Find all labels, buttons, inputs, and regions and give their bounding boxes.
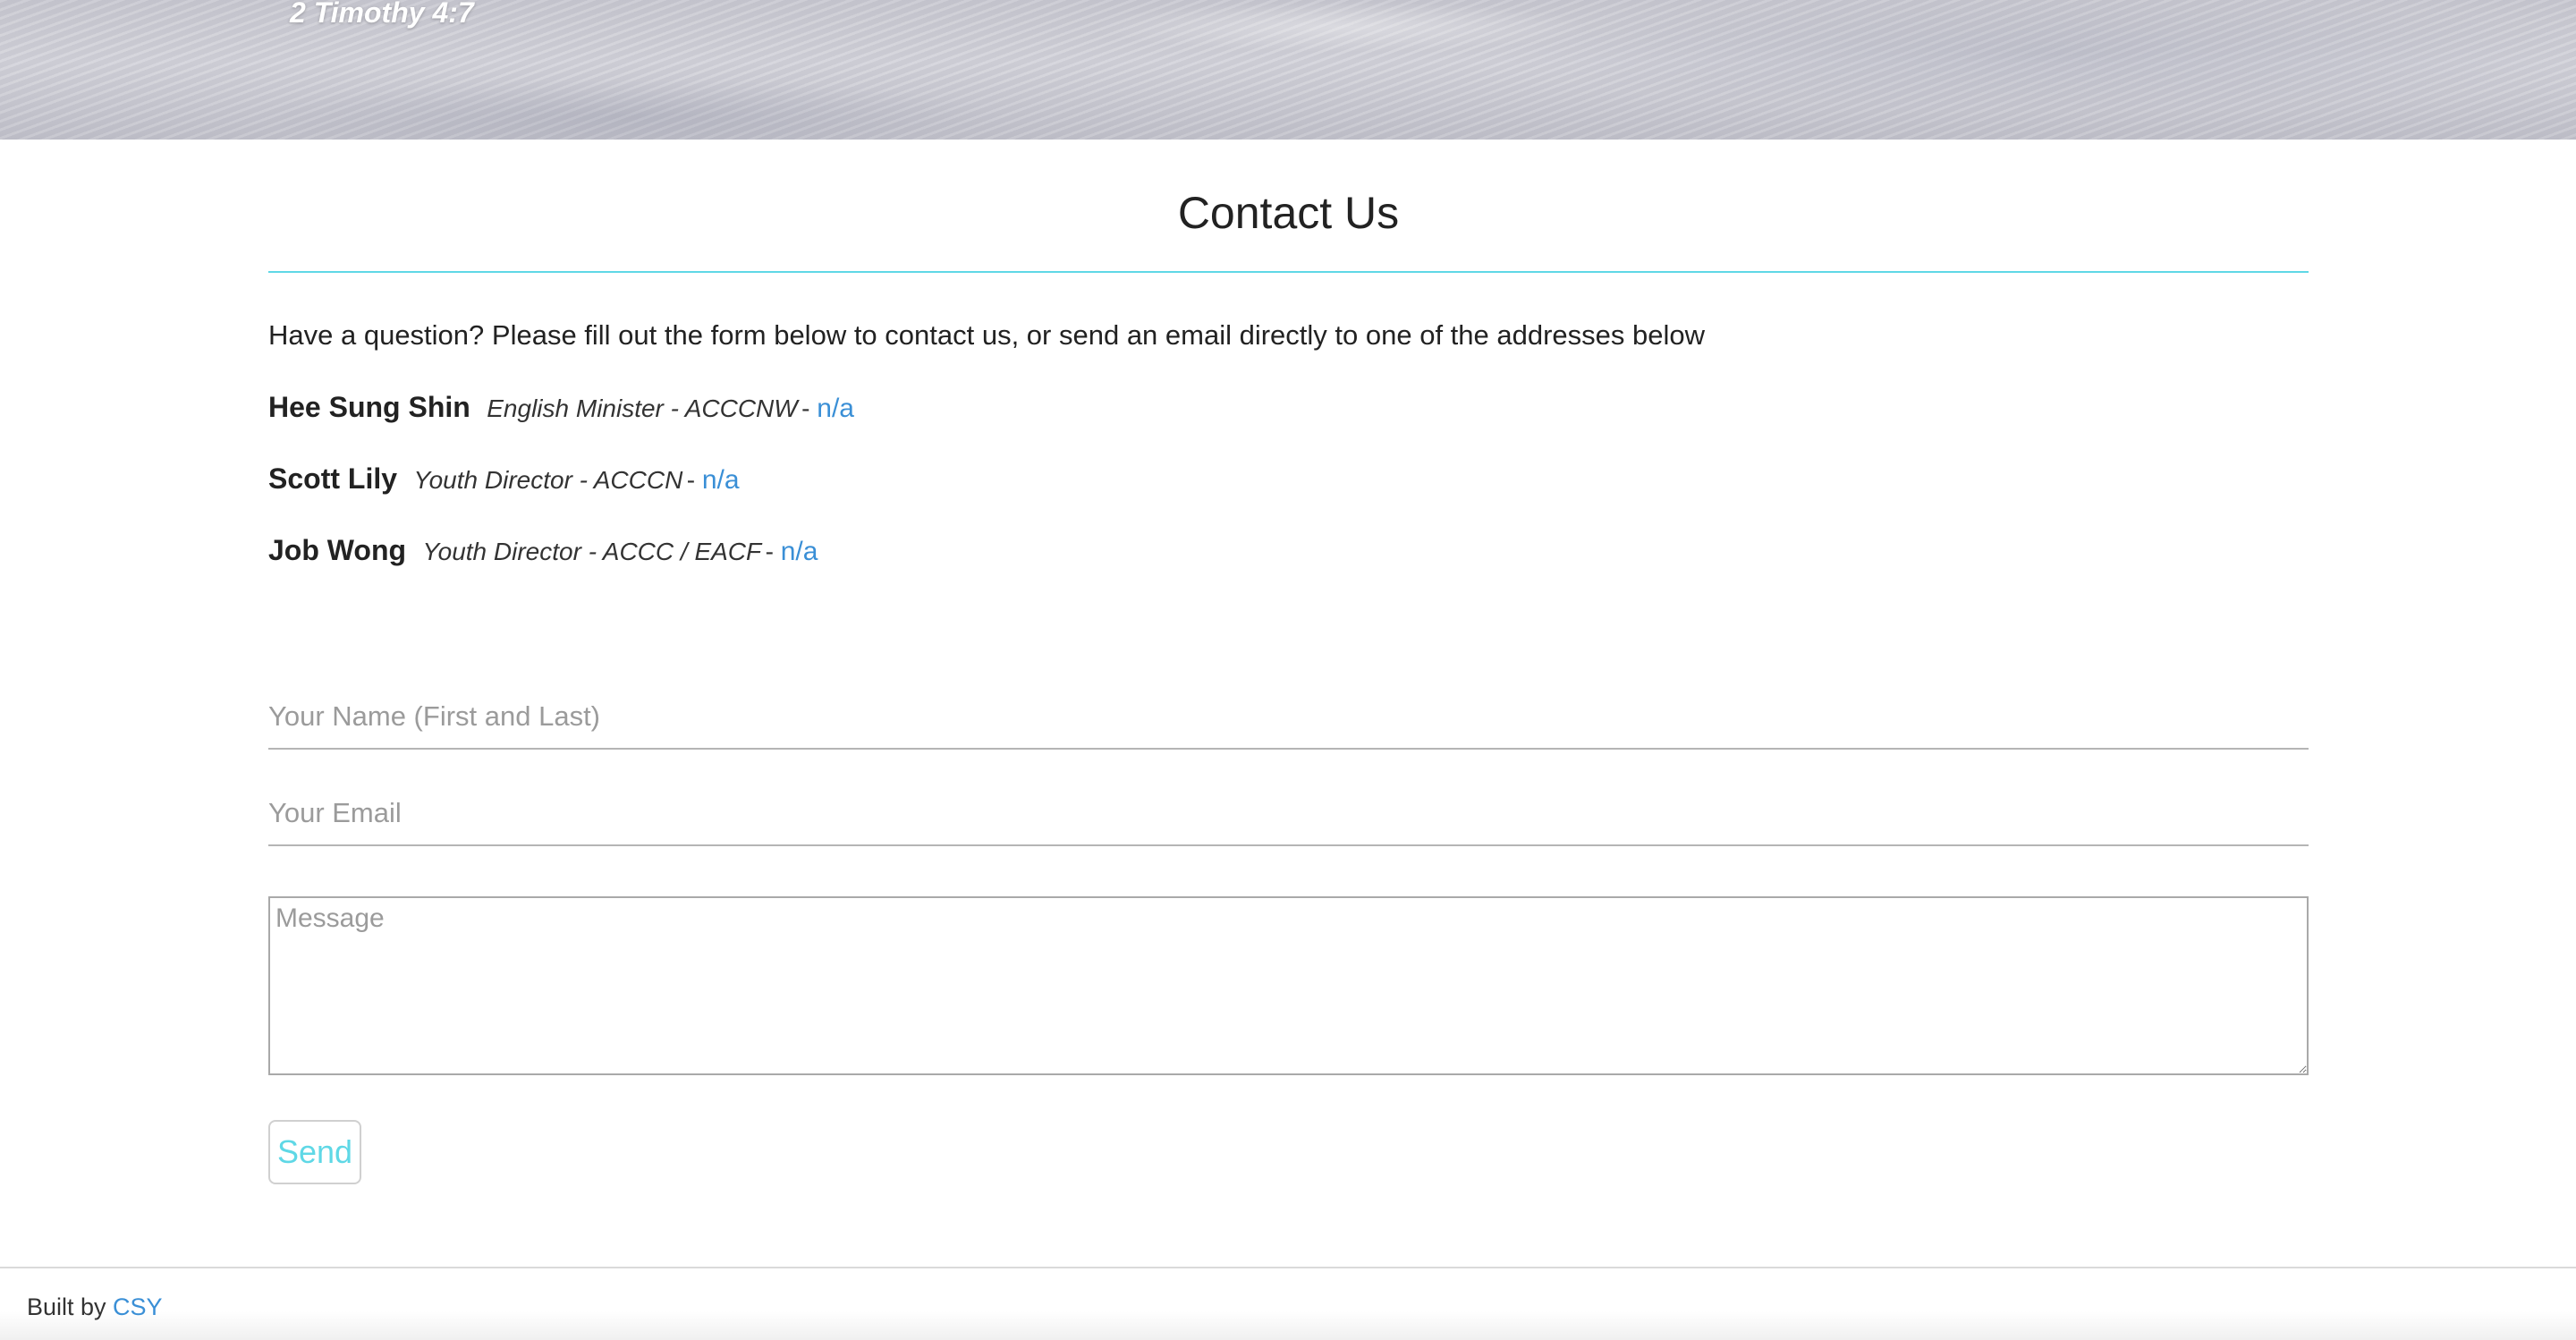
- footer-author-link[interactable]: CSY: [113, 1293, 163, 1320]
- contact-item: Hee Sung Shin English Minister - ACCCNW …: [268, 389, 2309, 425]
- title-divider: [268, 271, 2309, 273]
- contact-list: Hee Sung Shin English Minister - ACCCNW …: [268, 389, 2309, 568]
- hero-verse: 2 Timothy 4:7: [290, 0, 474, 29]
- send-button[interactable]: Send: [268, 1120, 361, 1184]
- contact-separator: -: [686, 466, 702, 494]
- contact-role: Youth Director - ACCC / EACF: [422, 538, 762, 565]
- message-textarea[interactable]: [268, 896, 2309, 1075]
- intro-text: Have a question? Please fill out the for…: [268, 319, 1706, 351]
- hero-banner: 2 Timothy 4:7: [0, 0, 2576, 140]
- contact-name: Hee Sung Shin: [268, 391, 470, 423]
- name-input[interactable]: [268, 685, 2309, 750]
- footer-credit: Built by CSY: [27, 1293, 163, 1321]
- contact-role: English Minister - ACCCNW: [487, 394, 798, 422]
- contact-item: Job Wong Youth Director - ACCC / EACF - …: [268, 532, 2309, 568]
- contact-email-link[interactable]: n/a: [781, 537, 818, 566]
- footer-built-by-label: Built by: [27, 1293, 114, 1320]
- email-input[interactable]: [268, 782, 2309, 846]
- contact-role: Youth Director - ACCCN: [413, 466, 683, 494]
- contact-separator: -: [801, 394, 818, 422]
- contact-section: Contact Us Have a question? Please fill …: [268, 140, 2309, 1184]
- contact-form: Send: [268, 685, 2309, 1184]
- page-title: Contact Us: [1177, 188, 1400, 238]
- contact-separator: -: [765, 538, 781, 565]
- contact-name: Job Wong: [268, 534, 407, 566]
- contact-email-link[interactable]: n/a: [817, 394, 854, 423]
- contact-name: Scott Lily: [268, 462, 398, 495]
- contact-item: Scott Lily Youth Director - ACCCN - n/a: [268, 461, 2309, 496]
- footer: Built by CSY: [0, 1267, 2576, 1340]
- contact-email-link[interactable]: n/a: [702, 465, 740, 495]
